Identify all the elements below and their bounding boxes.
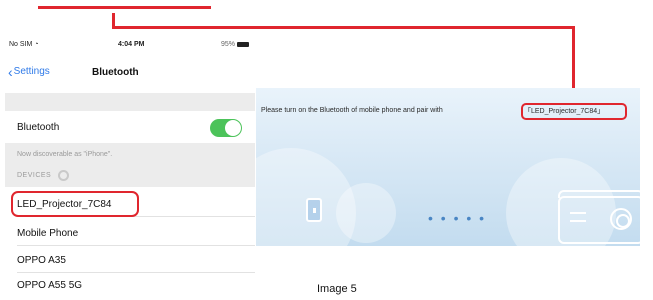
bluetooth-label: Bluetooth — [17, 122, 60, 133]
status-bar: No SIM ◔ 4:04 PM 95% — [5, 37, 255, 52]
projector-top — [558, 190, 640, 198]
device-name: OPPO A55 5G — [17, 280, 83, 291]
pairing-message: Please turn on the Bluetooth of mobile p… — [261, 107, 443, 114]
discoverable-text: Now discoverable as "iPhone". — [17, 151, 113, 158]
chevron-left-icon: ‹ — [8, 63, 13, 80]
wifi-icon: ◔ — [34, 41, 39, 48]
highlight-box-device — [11, 191, 139, 217]
battery-percent: 95% — [220, 41, 235, 48]
toggle-knob — [225, 120, 241, 136]
projector-vent — [570, 220, 586, 222]
devices-header-label: DEVICES — [17, 172, 52, 179]
phone-icon — [306, 198, 322, 222]
loading-spinner-icon — [58, 170, 69, 181]
projector-pairing-screen: Please turn on the Bluetooth of mobile p… — [256, 88, 640, 246]
battery-status: 95% — [221, 41, 249, 48]
highlight-box-name — [521, 103, 627, 120]
device-row-oppo-a35[interactable]: OPPO A35 — [5, 248, 255, 273]
dots-icon: • • • • • — [428, 210, 487, 226]
nav-bar: ‹ Settings Bluetooth — [5, 53, 255, 93]
devices-header: DEVICES — [5, 165, 255, 187]
device-row-mobile-phone[interactable]: Mobile Phone — [5, 221, 255, 246]
bluetooth-toggle[interactable] — [210, 119, 242, 137]
back-button[interactable]: ‹ Settings — [8, 63, 50, 80]
status-time: 4:04 PM — [118, 41, 145, 48]
row-divider — [17, 245, 255, 246]
carrier-label: No SIM ◔ — [9, 41, 39, 48]
callout-line-top — [38, 6, 211, 9]
section-spacer — [5, 93, 255, 111]
back-label: Settings — [13, 66, 50, 77]
image-caption: Image 5 — [317, 283, 357, 295]
device-row-oppo-a55[interactable]: OPPO A55 5G — [5, 273, 255, 298]
decor-blob — [336, 183, 396, 243]
projector-icon — [558, 190, 640, 244]
callout-line-horizontal — [112, 26, 575, 29]
phone-bluetooth-screen: No SIM ◔ 4:04 PM 95% ‹ Settings Bluetoot… — [5, 37, 255, 300]
page-title: Bluetooth — [92, 67, 139, 78]
device-name: OPPO A35 — [17, 255, 66, 266]
battery-icon — [237, 42, 249, 47]
projector-lens — [610, 208, 632, 230]
device-name: Mobile Phone — [17, 228, 79, 239]
bluetooth-row: Bluetooth — [5, 111, 255, 143]
projector-vent — [570, 212, 586, 214]
